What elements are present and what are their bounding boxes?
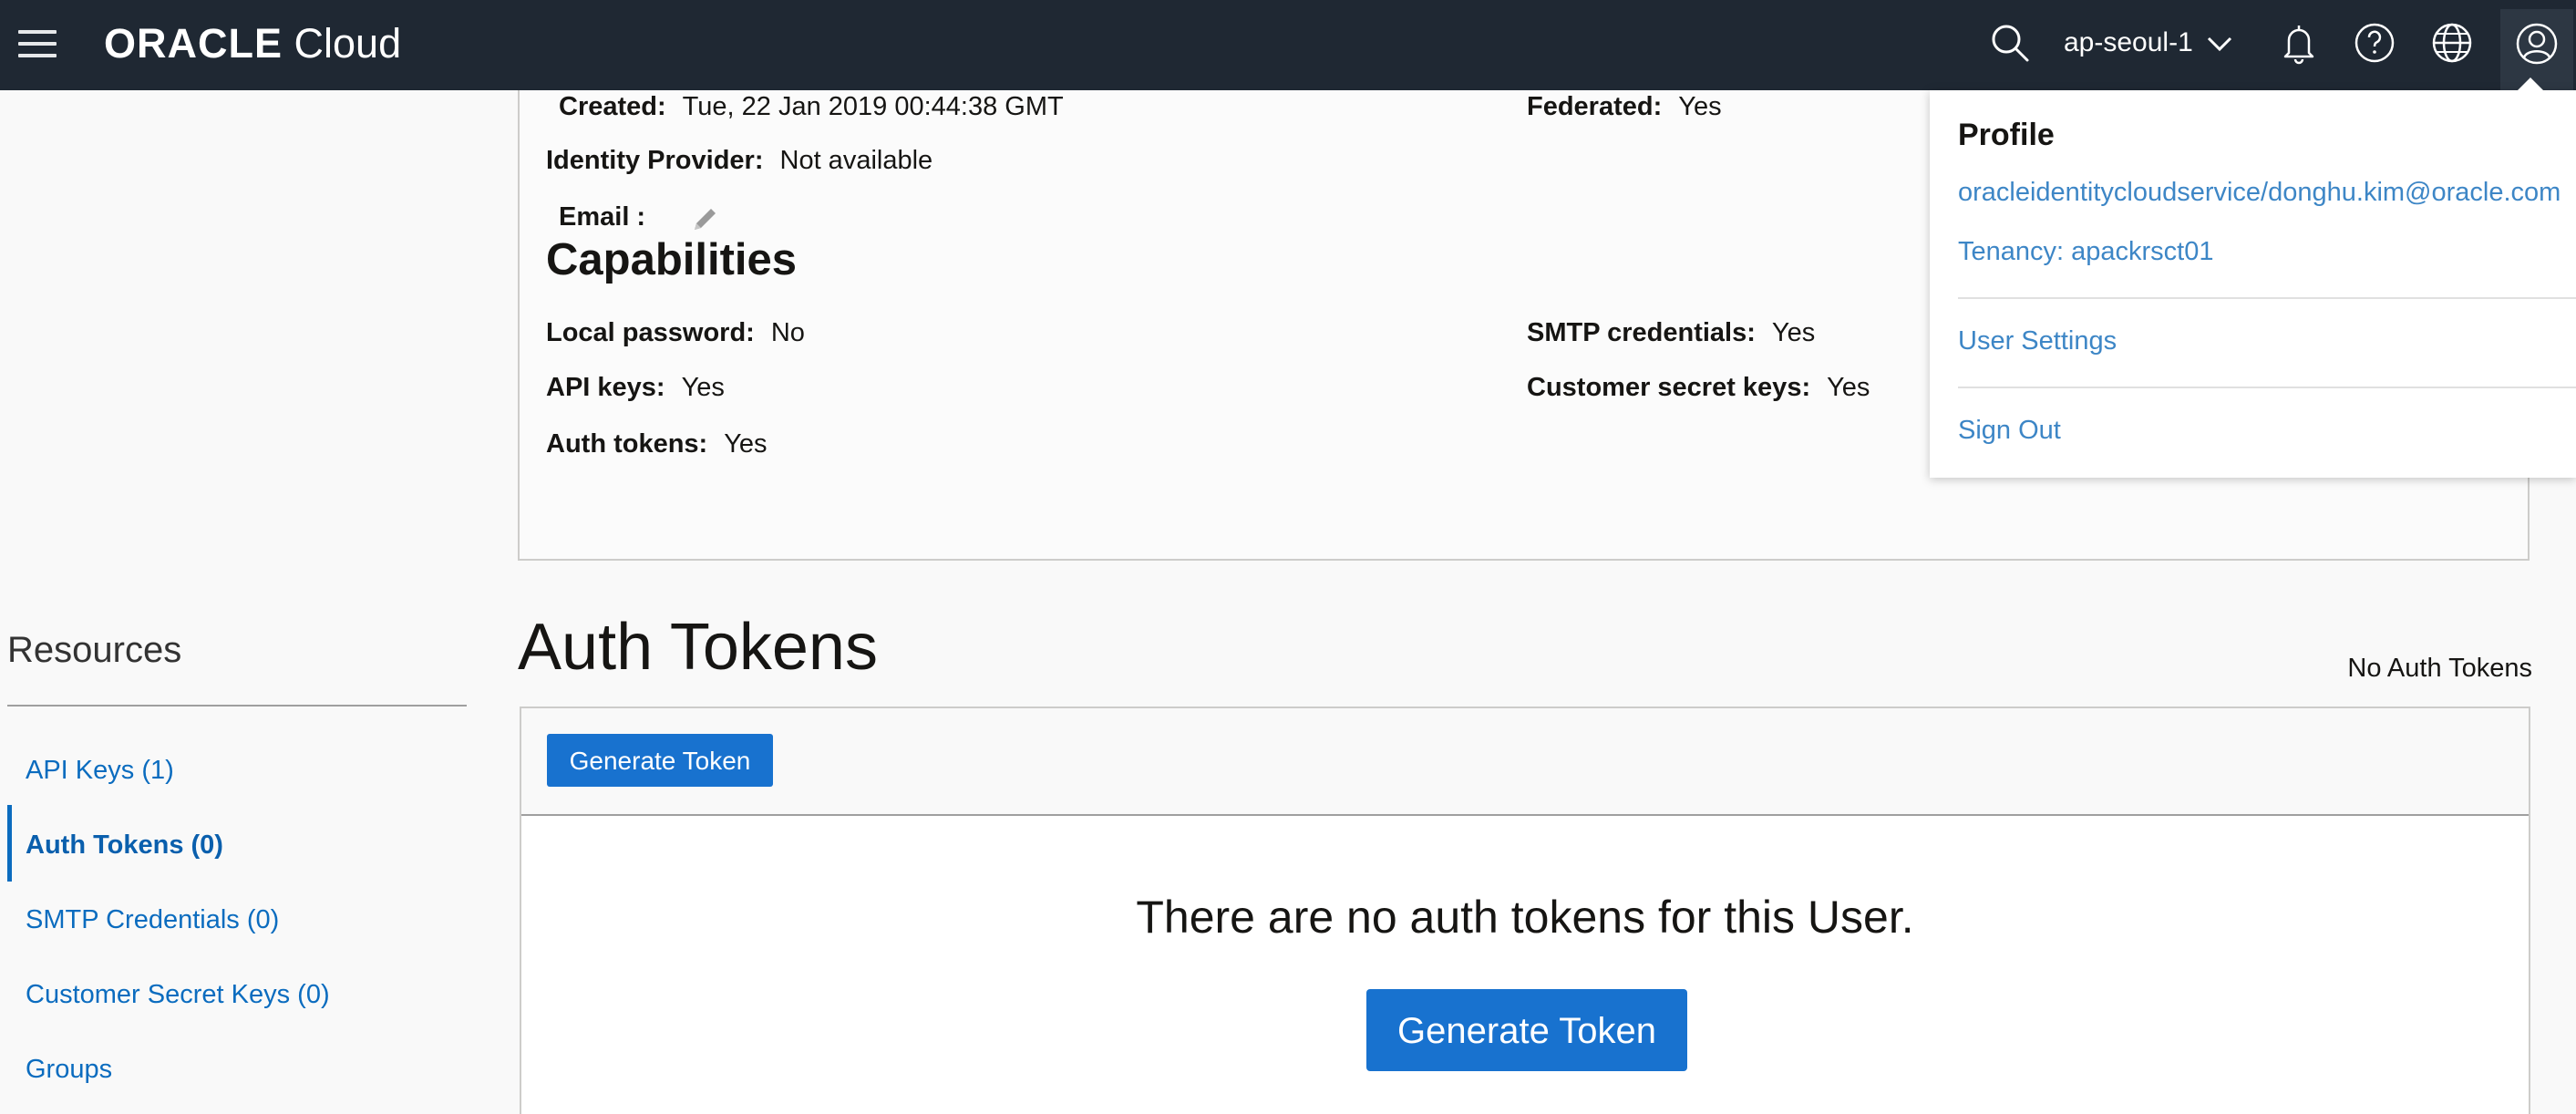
local-password-value: No [770,318,805,347]
smtp-credentials-value: Yes [1771,318,1816,347]
local-password-field: Local password: No [546,318,805,348]
table-toolbar: Generate Token [521,708,2529,816]
help-icon[interactable] [2352,20,2397,66]
top-navigation-bar: ORACLE Cloud ap-seoul-1 [0,0,2576,90]
user-settings-link[interactable]: User Settings [1958,326,2117,356]
popover-caret [2517,77,2544,91]
sidebar-item-api-keys[interactable]: API Keys (1) [26,756,174,786]
smtp-credentials-field: SMTP credentials: Yes [1527,318,1815,348]
brand-light: Cloud [294,20,402,67]
brand-strong: ORACLE [104,20,283,67]
profile-tenancy-link[interactable]: Tenancy: apackrsct01 [1958,237,2213,267]
oracle-cloud-logo[interactable]: ORACLE Cloud [104,16,401,71]
created-label: Created: [559,92,666,121]
sidebar-item-customer-secret-keys[interactable]: Customer Secret Keys (0) [26,980,330,1010]
pencil-icon[interactable] [688,201,723,236]
capabilities-title: Capabilities [546,235,798,284]
identity-provider-value: Not available [779,146,933,175]
local-password-label: Local password: [546,318,755,347]
federated-label: Federated: [1527,92,1663,121]
sign-out-link[interactable]: Sign Out [1958,416,2061,446]
profile-divider [1958,387,2576,388]
email-field: Email : [559,202,662,232]
region-label: ap-seoul-1 [2064,27,2193,57]
customer-secret-keys-value: Yes [1827,373,1870,402]
api-keys-value: Yes [681,373,725,402]
api-keys-label: API keys: [546,373,665,402]
identity-provider-label: Identity Provider: [546,146,764,175]
auth-tokens-field: Auth tokens: Yes [546,429,768,459]
sidebar-item-smtp-credentials[interactable]: SMTP Credentials (0) [26,905,279,935]
resources-title: Resources [7,630,182,670]
profile-user-link[interactable]: oracleidentitycloudservice/donghu.kim@or… [1958,178,2561,208]
search-icon[interactable] [1987,20,2033,66]
profile-menu: Profile oracleidentitycloudservice/dongh… [1930,77,2576,478]
customer-secret-keys-field: Customer secret keys: Yes [1527,373,1870,403]
bell-icon[interactable] [2276,20,2322,66]
menu-icon[interactable] [18,25,57,63]
auth-tokens-title: Auth Tokens [518,611,878,684]
smtp-credentials-label: SMTP credentials: [1527,318,1756,347]
created-field: Created: Tue, 22 Jan 2019 00:44:38 GMT [559,92,1064,122]
federated-field: Federated: Yes [1527,92,1722,122]
federated-value: Yes [1678,92,1722,121]
auth-tokens-table: Generate Token There are no auth tokens … [520,707,2530,1114]
chevron-down-icon [2208,37,2232,52]
auth-tokens-status: No Auth Tokens [2347,654,2532,683]
active-indicator [7,805,12,882]
auth-tokens-value: Yes [724,429,768,459]
customer-secret-keys-label: Customer secret keys: [1527,373,1811,402]
generate-token-button[interactable]: Generate Token [547,734,773,787]
generate-token-large-button[interactable]: Generate Token [1366,989,1687,1071]
identity-provider-field: Identity Provider: Not available [546,146,933,176]
region-selector[interactable]: ap-seoul-1 [2064,20,2233,66]
user-icon [2516,23,2558,65]
resources-divider [7,705,467,707]
globe-icon[interactable] [2429,20,2475,66]
sidebar-item-groups[interactable]: Groups [26,1055,112,1085]
sidebar-item-auth-tokens[interactable]: Auth Tokens (0) [26,830,223,861]
profile-menu-title: Profile [1958,118,2055,152]
created-value: Tue, 22 Jan 2019 00:44:38 GMT [682,92,1064,121]
auth-tokens-label: Auth tokens: [546,429,708,459]
profile-divider [1958,297,2576,299]
email-label: Email : [559,202,646,232]
empty-state-message: There are no auth tokens for this User. [1136,892,1914,943]
api-keys-field: API keys: Yes [546,373,725,403]
